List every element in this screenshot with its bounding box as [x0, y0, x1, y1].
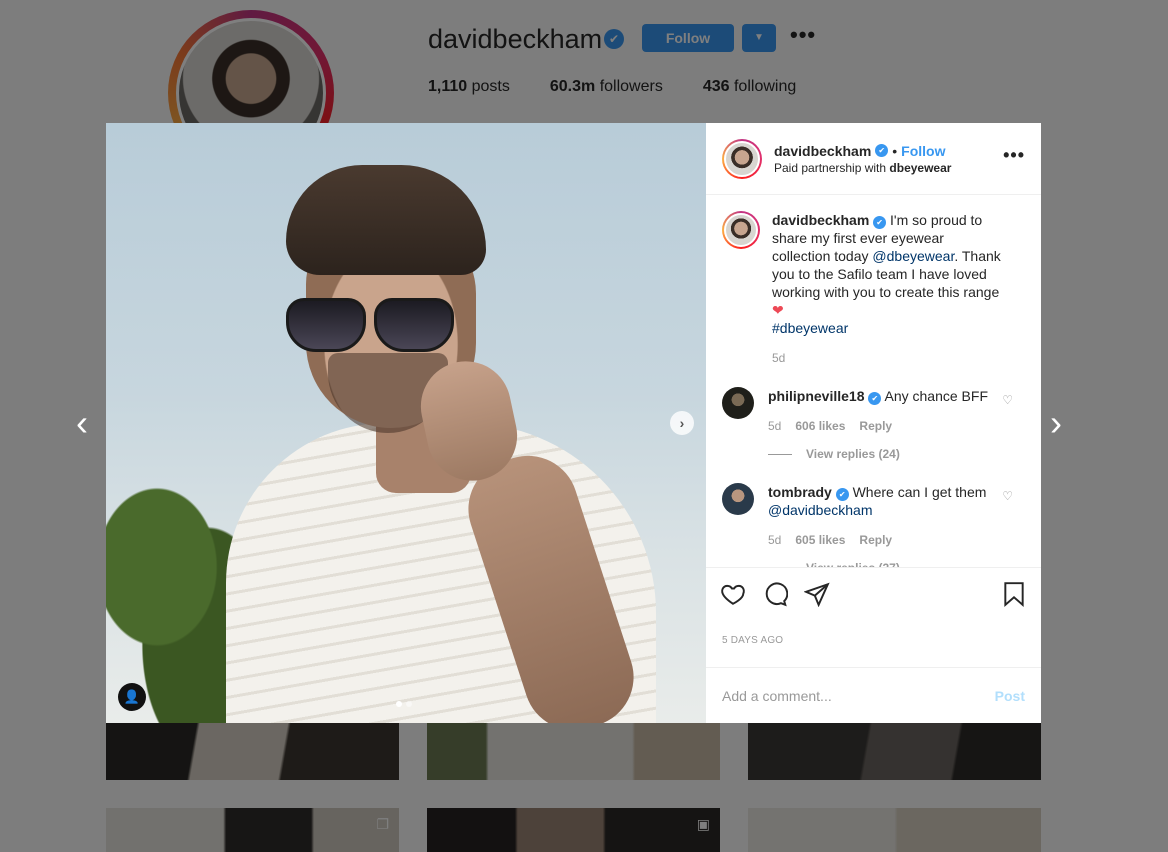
mention-link[interactable]: @davidbeckham — [768, 502, 873, 518]
caption-age: 5d — [772, 351, 786, 365]
bookmark-icon[interactable] — [1001, 581, 1027, 607]
verified-icon: ✔ — [875, 144, 889, 157]
comment-likes[interactable]: 606 likes — [795, 417, 845, 435]
carousel-next-icon[interactable]: › — [670, 411, 694, 435]
follow-button[interactable]: Follow — [901, 143, 945, 159]
heart-icon[interactable] — [720, 581, 746, 607]
carousel-dots — [396, 701, 412, 707]
photo-sunglasses-right — [374, 298, 454, 352]
post-actions — [706, 567, 1041, 619]
commenter-avatar[interactable] — [722, 387, 754, 419]
separator: • — [892, 142, 898, 159]
user-tag-icon[interactable]: 👤 — [118, 683, 146, 711]
reply-button[interactable]: Reply — [859, 531, 892, 549]
caption-username[interactable]: davidbeckham — [772, 212, 869, 228]
share-icon[interactable] — [804, 581, 830, 607]
view-replies-button[interactable]: View replies (27) — [768, 559, 998, 567]
comment-likes[interactable]: 605 likes — [795, 531, 845, 549]
commenter-username[interactable]: tombrady — [768, 484, 832, 500]
post-comment-button[interactable]: Post — [995, 688, 1025, 704]
caption: davidbeckham ✔ I'm so proud to share my … — [722, 211, 1025, 367]
view-replies-button[interactable]: View replies (24) — [768, 445, 998, 463]
comment-age: 5d — [768, 419, 782, 433]
partner-link[interactable]: dbeyewear — [889, 161, 951, 175]
carousel-dot-active — [396, 701, 402, 707]
add-comment-bar: Add a comment... Post — [706, 667, 1041, 723]
post-date: 5 DAYS AGO — [722, 635, 784, 646]
verified-icon: ✔ — [868, 392, 882, 405]
heart-emoji-icon: ❤ — [772, 302, 784, 318]
carousel-dot — [406, 701, 412, 707]
post-modal: 👤 › davidbeckham ✔ • Follow Paid partner… — [106, 123, 1041, 723]
reply-button[interactable]: Reply — [859, 417, 892, 435]
comments-list: davidbeckham ✔ I'm so proud to share my … — [706, 195, 1041, 567]
next-post-arrow-icon[interactable]: › — [1050, 405, 1062, 441]
verified-icon: ✔ — [835, 488, 849, 501]
post-photo[interactable]: 👤 › — [106, 123, 706, 723]
commenter-avatar[interactable] — [722, 483, 754, 515]
mention-link[interactable]: @dbeyewear — [872, 248, 954, 264]
post-header: davidbeckham ✔ • Follow Paid partnership… — [706, 123, 1041, 195]
post-author-username[interactable]: davidbeckham — [774, 143, 871, 159]
comment-like-heart-icon[interactable]: ♡ — [1002, 393, 1013, 407]
photo-sunglasses-left — [286, 298, 366, 352]
commenter-username[interactable]: philipneville18 — [768, 388, 864, 404]
previous-post-arrow-icon[interactable]: ‹ — [76, 405, 88, 441]
caption-avatar[interactable] — [722, 211, 760, 249]
photo-hair — [286, 165, 486, 275]
verified-icon: ✔ — [873, 216, 887, 229]
post-author-avatar[interactable] — [722, 138, 762, 179]
post-sidebar: davidbeckham ✔ • Follow Paid partnership… — [706, 123, 1041, 723]
comment-item: tombrady ✔ Where can I get them @davidbe… — [722, 483, 1025, 567]
hashtag-link[interactable]: #dbeyewear — [772, 320, 848, 336]
comment-item: philipneville18 ✔ Any chance BFF 5d 606 … — [722, 387, 1025, 463]
comment-age: 5d — [768, 533, 782, 547]
more-options-icon[interactable]: ••• — [1003, 145, 1025, 166]
paid-partnership-label: Paid partnership with dbeyewear — [774, 160, 952, 175]
comment-input[interactable]: Add a comment... — [722, 688, 832, 704]
comment-icon[interactable] — [762, 581, 788, 607]
comment-like-heart-icon[interactable]: ♡ — [1002, 489, 1013, 503]
